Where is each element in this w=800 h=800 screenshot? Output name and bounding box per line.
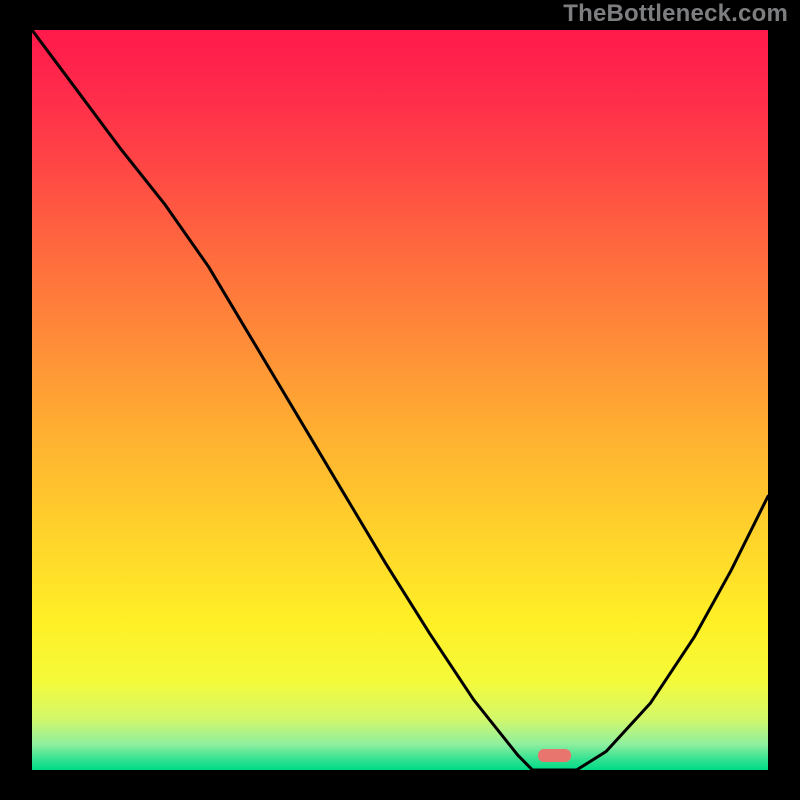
sweet-spot-marker (538, 749, 571, 762)
plot-background (32, 30, 768, 770)
bottleneck-chart (0, 0, 800, 800)
chart-frame: TheBottleneck.com (0, 0, 800, 800)
